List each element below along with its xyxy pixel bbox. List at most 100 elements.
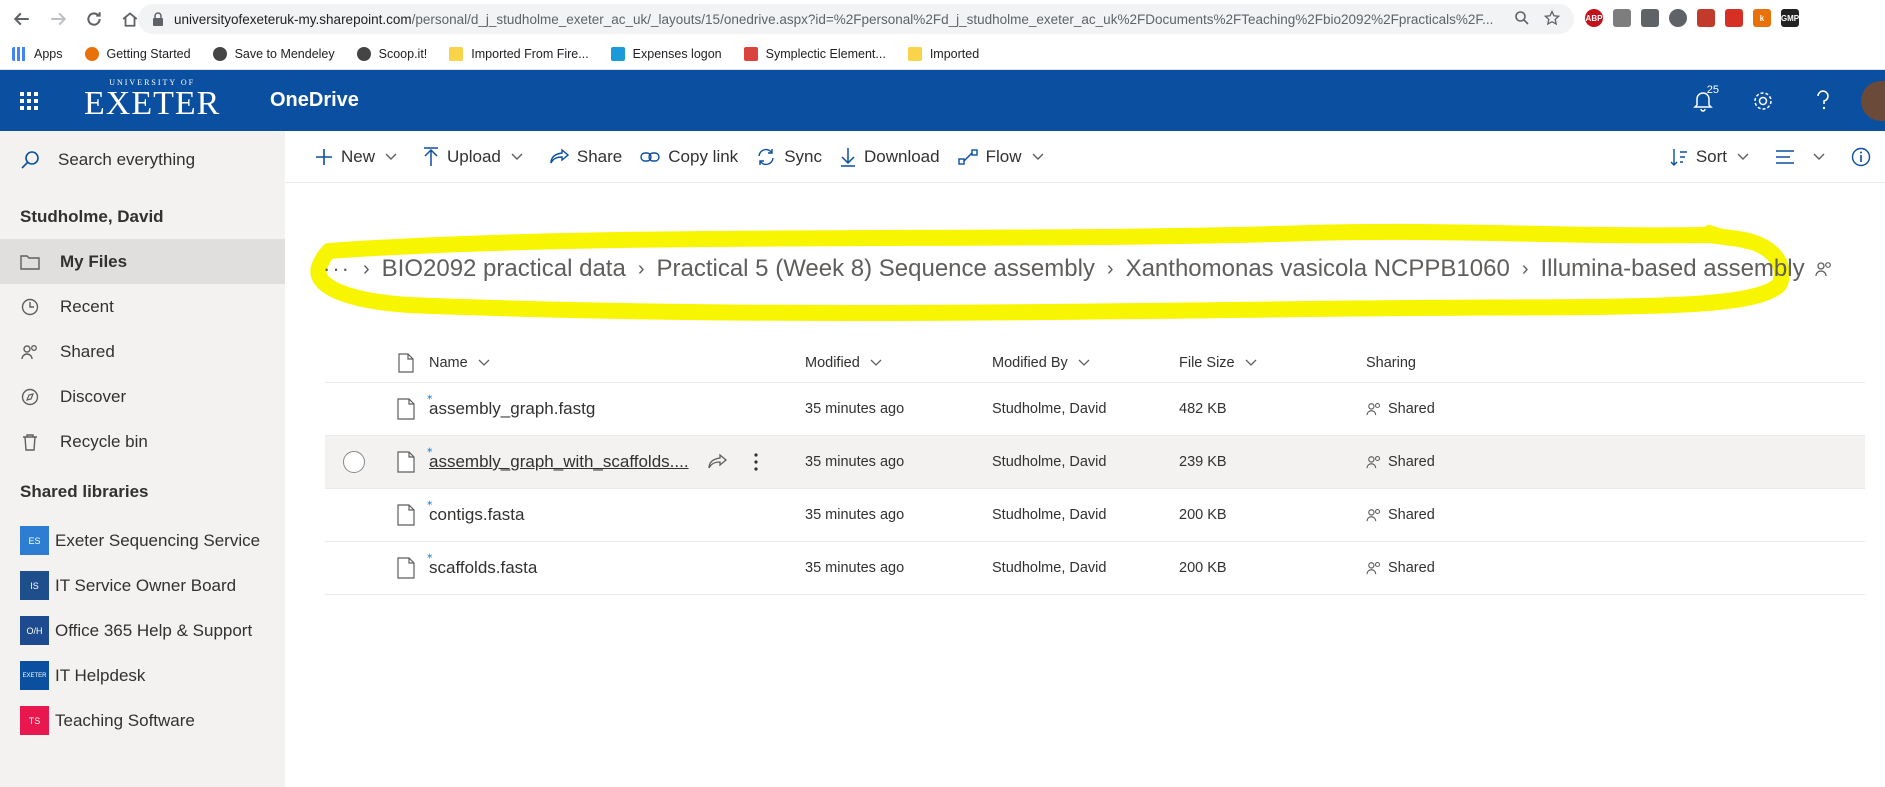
column-header-modified[interactable]: Modified <box>805 355 992 371</box>
library-it-service-owner-board[interactable]: IS IT Service Owner Board <box>0 563 285 608</box>
sort-button[interactable]: Sort <box>1670 147 1757 167</box>
avatar[interactable] <box>1861 80 1885 121</box>
chevron-right-icon: › <box>1521 257 1529 280</box>
file-sharing[interactable]: Shared <box>1366 401 1566 417</box>
extension-icon[interactable] <box>1613 9 1631 27</box>
nav-item-recycle-bin[interactable]: Recycle bin <box>0 419 285 464</box>
app-launcher-icon[interactable] <box>0 70 58 131</box>
file-modified-by[interactable]: Studholme, David <box>992 507 1179 523</box>
column-header-modified-by[interactable]: Modified By <box>992 355 1179 371</box>
adblock-icon[interactable]: ABP <box>1585 9 1603 27</box>
bookmark-symplectic[interactable]: Symplectic Element... <box>743 46 886 61</box>
bookmark-getting-started[interactable]: Getting Started <box>84 46 191 61</box>
bookmark-scoopit[interactable]: Scoop.it! <box>356 46 427 61</box>
extensions-bar: ABP k GMP <box>1585 9 1799 27</box>
reload-icon[interactable] <box>80 5 108 33</box>
back-icon[interactable] <box>8 5 36 33</box>
document-icon <box>398 352 414 373</box>
breadcrumb-item[interactable]: Practical 5 (Week 8) Sequence assembly <box>656 255 1094 283</box>
nav-item-recent[interactable]: Recent <box>0 284 285 329</box>
url-path: /personal/d_j_studholme_exeter_ac_uk/_la… <box>411 11 1494 27</box>
sync-label: Sync <box>784 146 822 166</box>
shared-people-icon[interactable] <box>1814 260 1833 278</box>
extension-k-icon[interactable]: k <box>1753 9 1771 27</box>
nav-item-shared[interactable]: Shared <box>0 329 285 374</box>
file-row[interactable]: ⁎ scaffolds.fasta 35 minutes ago Studhol… <box>325 542 1865 595</box>
folder-icon <box>449 46 464 61</box>
file-name[interactable]: assembly_graph_with_scaffolds.... <box>429 452 689 472</box>
address-bar[interactable]: universityofexeteruk-my.sharepoint.com/p… <box>138 4 1574 34</box>
column-header-sharing[interactable]: Sharing <box>1366 355 1566 371</box>
sync-button[interactable]: Sync <box>756 147 822 167</box>
left-navigation: Search everything Studholme, David My Fi… <box>0 131 285 787</box>
chevron-down-icon <box>1078 359 1090 366</box>
file-name[interactable]: scaffolds.fasta <box>429 558 537 578</box>
forward-icon[interactable] <box>44 5 72 33</box>
file-sharing[interactable]: Shared <box>1366 507 1566 523</box>
bookmark-save-to-mendeley[interactable]: Save to Mendeley <box>212 46 335 61</box>
extension-icon[interactable] <box>1641 9 1659 27</box>
copy-link-button[interactable]: Copy link <box>640 147 738 167</box>
chevron-down-icon <box>1032 153 1043 160</box>
library-exeter-sequencing-service[interactable]: ES Exeter Sequencing Service <box>0 518 285 563</box>
zoom-icon[interactable] <box>1514 10 1530 26</box>
view-options-button[interactable] <box>1775 150 1833 164</box>
people-icon <box>1366 402 1381 416</box>
breadcrumb-item[interactable]: BIO2092 practical data <box>382 255 626 283</box>
file-name[interactable]: assembly_graph.fastg <box>429 399 595 419</box>
extension-icon[interactable] <box>1669 9 1687 27</box>
help-icon <box>1817 89 1829 109</box>
new-button[interactable]: New <box>315 147 405 167</box>
file-size: 239 KB <box>1179 454 1227 470</box>
file-name[interactable]: contigs.fasta <box>429 505 524 525</box>
share-icon[interactable] <box>707 453 727 471</box>
apps-grid-icon <box>12 46 26 61</box>
file-row[interactable]: ⁎ assembly_graph.fastg 35 minutes ago St… <box>325 383 1865 436</box>
settings-button[interactable] <box>1733 70 1793 131</box>
file-row[interactable]: ⁎ assembly_graph_with_scaffolds.... 35 m… <box>325 436 1865 489</box>
upload-button[interactable]: Upload <box>423 147 531 167</box>
more-options-icon[interactable] <box>753 452 759 472</box>
download-icon <box>840 147 855 167</box>
file-row[interactable]: ⁎ contigs.fasta 35 minutes ago Studholme… <box>325 489 1865 542</box>
university-logo[interactable]: UNIVERSITY OF EXETER <box>84 78 220 121</box>
notifications-button[interactable]: 25 <box>1673 70 1733 131</box>
mendeley-icon[interactable] <box>1725 9 1743 27</box>
nav-item-discover[interactable]: Discover <box>0 374 285 419</box>
file-sharing[interactable]: Shared <box>1366 560 1566 576</box>
nav-item-my-files[interactable]: My Files <box>0 239 285 284</box>
breadcrumb-overflow[interactable]: ··· <box>323 256 351 282</box>
library-it-helpdesk[interactable]: EXETER IT Helpdesk <box>0 653 285 698</box>
file-icon <box>383 398 429 420</box>
column-header-name[interactable]: Name <box>429 355 805 371</box>
search-icon <box>21 151 39 169</box>
gmp-icon[interactable]: GMP <box>1781 9 1799 27</box>
app-title[interactable]: OneDrive <box>270 89 359 112</box>
breadcrumb-item[interactable]: Xanthomonas vasicola NCPPB1060 <box>1126 255 1510 283</box>
owner-name: Studholme, David <box>20 207 164 226</box>
file-sharing[interactable]: Shared <box>1366 454 1566 470</box>
download-button[interactable]: Download <box>840 147 940 167</box>
flow-button[interactable]: Flow <box>957 147 1052 167</box>
plus-icon <box>316 148 332 165</box>
library-office-365-help[interactable]: O/H Office 365 Help & Support <box>0 608 285 653</box>
share-button[interactable]: Share <box>549 147 622 167</box>
search-input[interactable]: Search everything <box>0 131 285 189</box>
library-teaching-software[interactable]: TS Teaching Software <box>0 698 285 743</box>
pdf-icon[interactable] <box>1697 9 1715 27</box>
row-select-cell[interactable] <box>325 451 383 473</box>
bookmark-expenses-logon[interactable]: Expenses logon <box>610 46 722 61</box>
file-modified-by[interactable]: Studholme, David <box>992 560 1179 576</box>
file-modified-by[interactable]: Studholme, David <box>992 401 1179 417</box>
info-button[interactable] <box>1851 147 1879 167</box>
bookmark-apps[interactable]: Apps <box>12 46 63 61</box>
star-icon[interactable] <box>1544 10 1560 26</box>
row-checkbox[interactable] <box>343 451 365 473</box>
column-header-file-size[interactable]: File Size <box>1179 355 1366 371</box>
help-button[interactable] <box>1793 70 1853 131</box>
file-type-header[interactable] <box>383 352 429 373</box>
bookmark-imported-from-firefox[interactable]: Imported From Fire... <box>449 46 589 61</box>
bookmark-label: Imported From Fire... <box>471 46 589 61</box>
file-modified-by[interactable]: Studholme, David <box>992 454 1179 470</box>
bookmark-imported[interactable]: Imported <box>907 46 979 61</box>
